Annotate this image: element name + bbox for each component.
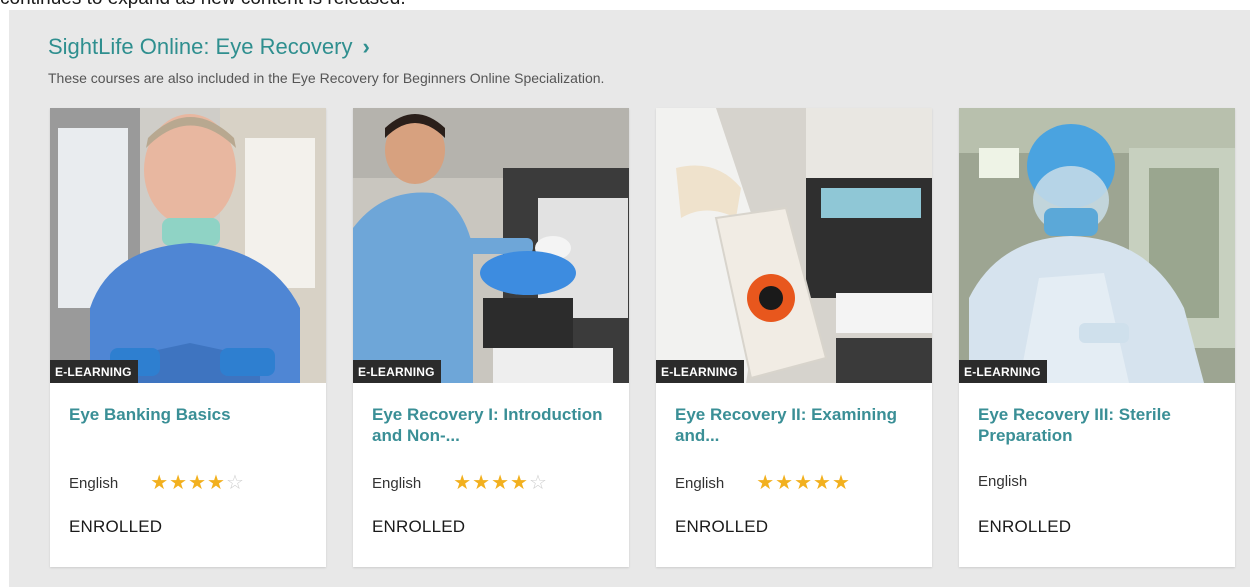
enrollment-status: ENROLLED bbox=[978, 517, 1072, 536]
chevron-right-icon: › bbox=[362, 34, 370, 59]
course-card-list: E-LEARNING Eye Banking Basics English ★ … bbox=[50, 108, 1235, 567]
star-rating: ★ ★ ★ ★ ☆ bbox=[150, 473, 244, 493]
e-learning-badge: E-LEARNING bbox=[656, 360, 744, 383]
course-meta: English ★ ★ ★ ★ ★ bbox=[675, 473, 850, 493]
section-title-link[interactable]: SightLife Online: Eye Recovery › bbox=[48, 34, 370, 60]
star-empty-icon: ☆ bbox=[528, 472, 547, 494]
star-filled-icon: ★ bbox=[453, 472, 472, 494]
course-card[interactable]: E-LEARNING Eye Banking Basics English ★ … bbox=[50, 108, 326, 567]
star-empty-icon: ☆ bbox=[225, 472, 244, 494]
course-title[interactable]: Eye Recovery III: Sterile Preparation bbox=[978, 404, 1218, 446]
star-filled-icon: ★ bbox=[794, 472, 813, 494]
e-learning-badge: E-LEARNING bbox=[353, 360, 441, 383]
star-filled-icon: ★ bbox=[188, 472, 207, 494]
course-meta: English ★ ★ ★ ★ ☆ bbox=[372, 473, 547, 493]
course-meta: English ★ ★ ★ ★ ☆ bbox=[69, 473, 244, 493]
enrollment-status: ENROLLED bbox=[372, 517, 466, 536]
star-filled-icon: ★ bbox=[756, 472, 775, 494]
star-filled-icon: ★ bbox=[775, 472, 794, 494]
course-language: English bbox=[69, 474, 119, 492]
course-image: E-LEARNING bbox=[353, 108, 629, 383]
star-filled-icon: ★ bbox=[169, 472, 188, 494]
enrollment-status: ENROLLED bbox=[675, 517, 769, 536]
star-filled-icon: ★ bbox=[472, 472, 491, 494]
star-rating: ★ ★ ★ ★ ☆ bbox=[453, 473, 547, 493]
star-rating: ★ ★ ★ ★ ★ bbox=[756, 473, 850, 493]
star-filled-icon: ★ bbox=[207, 472, 225, 494]
course-meta: English bbox=[978, 473, 1027, 490]
course-card[interactable]: E-LEARNING Eye Recovery II: Examining an… bbox=[656, 108, 932, 567]
section-subtitle: These courses are also included in the E… bbox=[48, 70, 605, 86]
course-language: English bbox=[675, 474, 725, 492]
course-language: English bbox=[978, 473, 1028, 490]
star-filled-icon: ★ bbox=[491, 472, 510, 494]
course-card[interactable]: E-LEARNING Eye Recovery I: Introduction … bbox=[353, 108, 629, 567]
star-filled-icon: ★ bbox=[510, 472, 528, 494]
star-filled-icon: ★ bbox=[813, 472, 831, 494]
top-clipped-text: continues to expand as new content is re… bbox=[0, 0, 406, 10]
e-learning-badge: E-LEARNING bbox=[50, 360, 138, 383]
course-image: E-LEARNING bbox=[50, 108, 326, 383]
course-image: E-LEARNING bbox=[656, 108, 932, 383]
course-title[interactable]: Eye Recovery I: Introduction and Non-... bbox=[372, 404, 612, 446]
course-card[interactable]: E-LEARNING Eye Recovery III: Sterile Pre… bbox=[959, 108, 1235, 567]
course-language: English bbox=[372, 474, 422, 492]
course-title[interactable]: Eye Recovery II: Examining and... bbox=[675, 404, 915, 446]
course-title[interactable]: Eye Banking Basics bbox=[69, 404, 309, 425]
enrollment-status: ENROLLED bbox=[69, 517, 163, 536]
course-image: E-LEARNING bbox=[959, 108, 1235, 383]
star-filled-icon: ★ bbox=[150, 472, 169, 494]
star-filled-icon: ★ bbox=[831, 472, 850, 494]
e-learning-badge: E-LEARNING bbox=[959, 360, 1047, 383]
section-title: SightLife Online: Eye Recovery bbox=[48, 34, 353, 59]
course-section: SightLife Online: Eye Recovery › These c… bbox=[9, 10, 1250, 587]
